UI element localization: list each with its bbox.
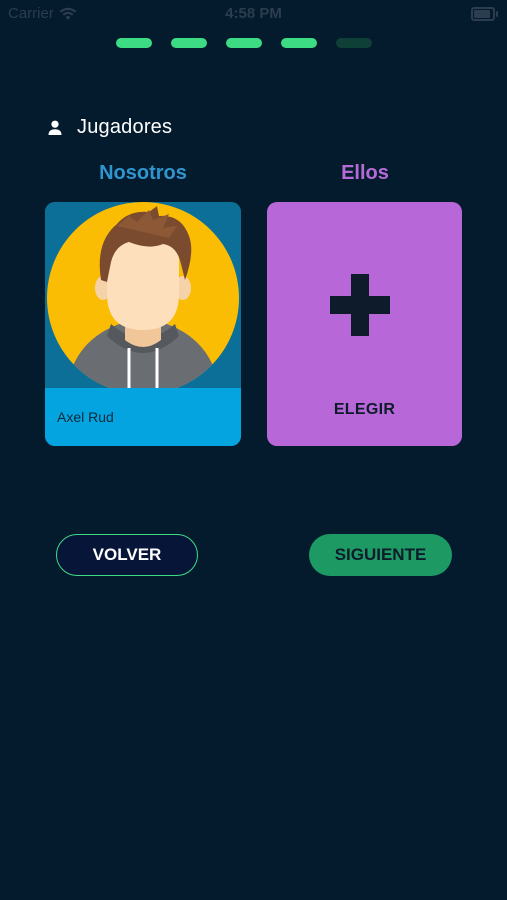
- status-time: 4:58 PM: [225, 5, 282, 22]
- next-button[interactable]: SIGUIENTE: [309, 534, 452, 576]
- avatar-illustration: [47, 202, 239, 388]
- status-bar: Carrier 4:58 PM: [0, 0, 507, 28]
- choose-label: ELEGIR: [333, 401, 396, 418]
- player-name-area: Axel Rud: [45, 388, 241, 446]
- section-title: Jugadores: [77, 116, 173, 138]
- player-card[interactable]: Axel Rud: [45, 202, 241, 446]
- progress-step: [281, 38, 317, 48]
- plus-icon: [330, 274, 390, 336]
- choose-player-card[interactable]: ELEGIR: [267, 202, 462, 446]
- person-icon: [47, 120, 63, 136]
- team-us-label: Nosotros: [99, 162, 187, 184]
- progress-step: [171, 38, 207, 48]
- progress-step: [226, 38, 262, 48]
- progress-step: [116, 38, 152, 48]
- avatar: [45, 202, 241, 388]
- section-header: Jugadores: [47, 116, 172, 139]
- back-button[interactable]: VOLVER: [56, 534, 198, 576]
- player-name: Axel Rud: [57, 409, 114, 425]
- progress-indicator: [116, 38, 372, 48]
- screen: Carrier 4:58 PM Jugadores Nosotros Ellos…: [0, 0, 507, 900]
- progress-step: [336, 38, 372, 48]
- team-them-label: Ellos: [341, 162, 389, 184]
- battery-icon: [471, 7, 498, 21]
